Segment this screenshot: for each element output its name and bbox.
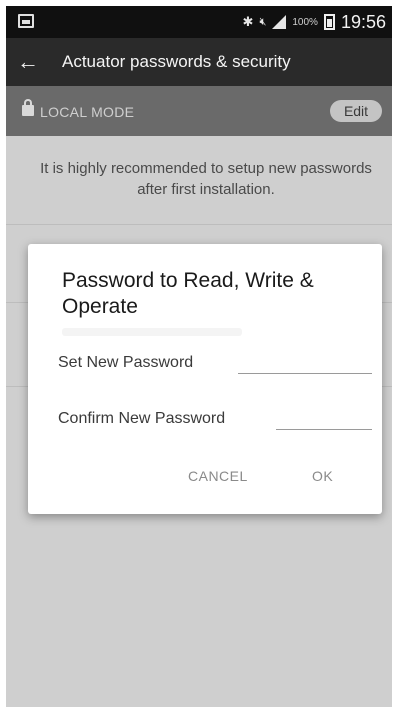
battery-percent: 100% [292, 16, 318, 28]
battery-icon [323, 14, 335, 30]
confirm-password-label: Confirm New Password [58, 410, 226, 427]
page-title: Actuator passwords & security [62, 52, 291, 71]
edit-button[interactable]: Edit [330, 100, 382, 122]
app-bar: ← Actuator passwords & security [6, 38, 392, 86]
status-bar: ✱ 🔇︎ 100% 19:56 [6, 6, 392, 38]
divider [6, 224, 392, 225]
set-password-field[interactable] [238, 352, 372, 374]
clock: 19:56 [340, 11, 386, 32]
signal-icon [272, 15, 287, 29]
bluetooth-icon: ✱ [242, 14, 254, 29]
mode-label: LOCAL MODE [40, 104, 135, 120]
ok-button[interactable]: OK [304, 462, 341, 490]
status-icons: ✱ 🔇︎ 100% 19:56 [243, 12, 386, 32]
confirm-password-field[interactable] [276, 408, 372, 430]
recommendation-text: It is highly recommended to setup new pa… [40, 160, 372, 198]
arrow-left-icon[interactable]: ← [14, 48, 42, 76]
set-password-label: Set New Password [58, 354, 194, 371]
dialog-title: Password to Read, Write & Operate [62, 269, 314, 318]
mute-icon: 🔇︎ [259, 15, 267, 28]
password-dialog: Password to Read, Write & Operate Set Ne… [28, 244, 382, 514]
local-mode-bar: LOCAL MODE Edit [6, 86, 392, 136]
lock-icon [22, 99, 34, 116]
screenshot-icon [18, 14, 34, 28]
phone-screen: ✱ 🔇︎ 100% 19:56 ← Actuator passwords & s… [6, 6, 392, 707]
faded-text [62, 328, 242, 336]
cancel-button[interactable]: CANCEL [180, 462, 256, 490]
